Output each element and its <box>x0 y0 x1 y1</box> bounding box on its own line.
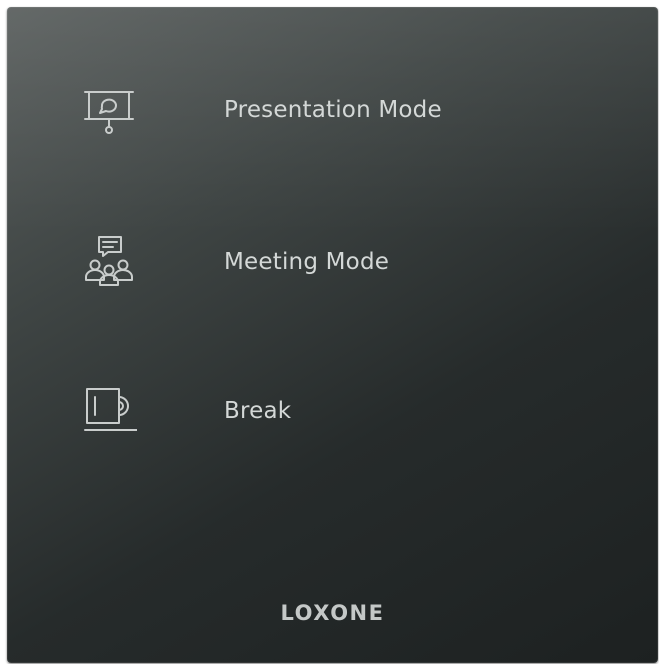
presentation-board-icon <box>81 82 137 138</box>
meeting-mode-button[interactable]: Meeting Mode <box>7 222 658 302</box>
presentation-mode-label: Presentation Mode <box>224 97 442 123</box>
meeting-group-icon <box>81 234 137 290</box>
break-button[interactable]: Break <box>7 371 658 451</box>
presentation-mode-button[interactable]: Presentation Mode <box>7 70 658 150</box>
meeting-mode-label: Meeting Mode <box>224 249 390 275</box>
brand-logo: LOXONE <box>280 601 385 625</box>
break-label: Break <box>224 398 292 424</box>
coffee-mug-icon <box>81 383 137 439</box>
touch-panel: Presentation Mode Meeting Mode Break LOX… <box>7 7 658 663</box>
